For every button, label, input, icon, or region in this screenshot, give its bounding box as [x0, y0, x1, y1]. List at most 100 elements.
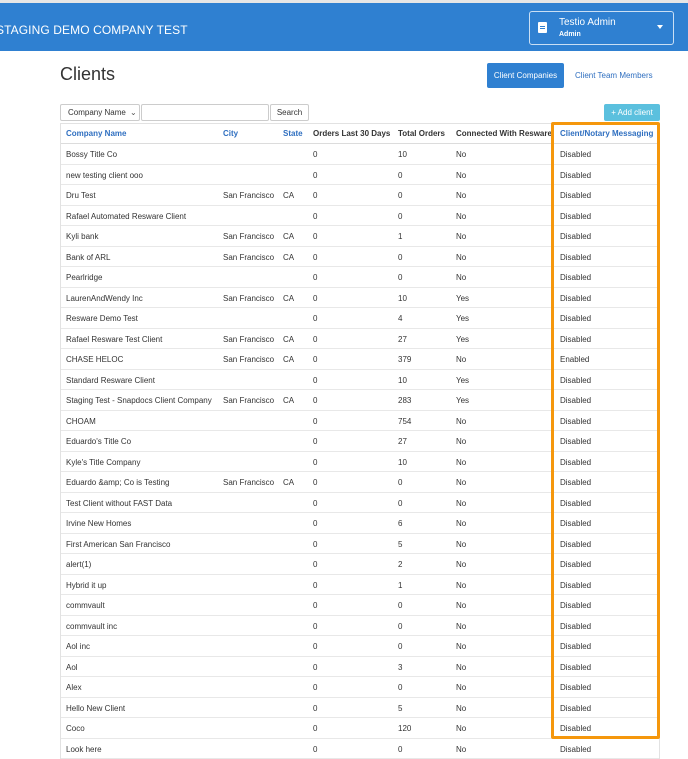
cell-company[interactable]: Eduardo &amp; Co is Testing	[66, 478, 169, 487]
table-row[interactable]: Bank of ARLSan FranciscoCA00NoDisabled	[61, 247, 659, 268]
app-title[interactable]: STAGING DEMO COMPANY TEST	[0, 23, 188, 37]
table-row[interactable]: Pearlridge00NoDisabled	[61, 267, 659, 288]
cell-company[interactable]: Rafael Automated Resware Client	[66, 212, 186, 221]
table-row[interactable]: LaurenAndWendy IncSan FranciscoCA010YesD…	[61, 288, 659, 309]
table-row[interactable]: Aol03NoDisabled	[61, 657, 659, 678]
search-input[interactable]	[141, 104, 269, 121]
cell-city: San Francisco	[223, 335, 274, 344]
search-button[interactable]: Search	[270, 104, 309, 121]
cell-company[interactable]: commvault inc	[66, 622, 117, 631]
cell-company[interactable]: Pearlridge	[66, 273, 102, 282]
table-row[interactable]: Kyle's Title Company010NoDisabled	[61, 452, 659, 473]
cell-orders30: 0	[313, 273, 317, 282]
cell-state: CA	[283, 253, 294, 262]
cell-resware: Yes	[456, 376, 469, 385]
cell-total: 754	[398, 417, 411, 426]
table-row[interactable]: Hybrid it up01NoDisabled	[61, 575, 659, 596]
table-row[interactable]: Alex00NoDisabled	[61, 677, 659, 698]
table-row[interactable]: CHOAM0754NoDisabled	[61, 411, 659, 432]
table-row[interactable]: alert(1)02NoDisabled	[61, 554, 659, 575]
cell-company[interactable]: Kyli bank	[66, 232, 98, 241]
search-field-select[interactable]: Company Name ⌄	[60, 104, 140, 121]
column-header-city[interactable]: City	[223, 129, 238, 138]
column-header-orders-30-days: Orders Last 30 Days	[313, 129, 390, 138]
cell-total: 2	[398, 560, 402, 569]
cell-total: 379	[398, 355, 411, 364]
cell-company[interactable]: Kyle's Title Company	[66, 458, 140, 467]
table-row[interactable]: commvault inc00NoDisabled	[61, 616, 659, 637]
cell-messaging: Disabled	[560, 417, 591, 426]
cell-company[interactable]: LaurenAndWendy Inc	[66, 294, 143, 303]
cell-company[interactable]: CHASE HELOC	[66, 355, 123, 364]
table-row[interactable]: Rafael Automated Resware Client00NoDisab…	[61, 206, 659, 227]
cell-total: 0	[398, 745, 402, 754]
user-menu-dropdown[interactable]: Testio Admin Admin	[529, 11, 674, 45]
cell-total: 5	[398, 540, 402, 549]
cell-total: 0	[398, 191, 402, 200]
table-row[interactable]: Bossy Title Co010NoDisabled	[61, 144, 659, 165]
table-row[interactable]: Aol inc00NoDisabled	[61, 636, 659, 657]
table-row[interactable]: CHASE HELOCSan FranciscoCA0379NoEnabled	[61, 349, 659, 370]
cell-company[interactable]: alert(1)	[66, 560, 91, 569]
cell-company[interactable]: Test Client without FAST Data	[66, 499, 172, 508]
cell-company[interactable]: CHOAM	[66, 417, 96, 426]
column-header-state[interactable]: State	[283, 129, 303, 138]
cell-messaging: Disabled	[560, 314, 591, 323]
cell-orders30: 0	[313, 150, 317, 159]
cell-resware: No	[456, 417, 466, 426]
cell-total: 5	[398, 704, 402, 713]
table-row[interactable]: Eduardo's Title Co027NoDisabled	[61, 431, 659, 452]
table-row[interactable]: Coco0120NoDisabled	[61, 718, 659, 739]
table-row[interactable]: Resware Demo Test04YesDisabled	[61, 308, 659, 329]
cell-company[interactable]: Eduardo's Title Co	[66, 437, 131, 446]
add-client-button[interactable]: + Add client	[604, 104, 660, 121]
cell-company[interactable]: new testing client ooo	[66, 171, 143, 180]
table-row[interactable]: Test Client without FAST Data00NoDisable…	[61, 493, 659, 514]
cell-company[interactable]: Irvine New Homes	[66, 519, 131, 528]
cell-orders30: 0	[313, 642, 317, 651]
cell-resware: No	[456, 601, 466, 610]
client-team-members-link[interactable]: Client Team Members	[575, 71, 653, 80]
client-companies-button[interactable]: Client Companies	[487, 63, 564, 88]
table-row[interactable]: Dru TestSan FranciscoCA00NoDisabled	[61, 185, 659, 206]
cell-company[interactable]: First American San Francisco	[66, 540, 170, 549]
cell-state: CA	[283, 355, 294, 364]
table-row[interactable]: Kyli bankSan FranciscoCA01NoDisabled	[61, 226, 659, 247]
table-row[interactable]: Rafael Resware Test ClientSan FranciscoC…	[61, 329, 659, 350]
cell-company[interactable]: Standard Resware Client	[66, 376, 155, 385]
cell-state: CA	[283, 396, 294, 405]
cell-company[interactable]: Hello New Client	[66, 704, 125, 713]
cell-company[interactable]: Look here	[66, 745, 102, 754]
cell-total: 3	[398, 663, 402, 672]
cell-company[interactable]: Alex	[66, 683, 82, 692]
table-row[interactable]: Irvine New Homes06NoDisabled	[61, 513, 659, 534]
cell-company[interactable]: Bank of ARL	[66, 253, 110, 262]
cell-resware: No	[456, 437, 466, 446]
table-row[interactable]: Hello New Client05NoDisabled	[61, 698, 659, 719]
table-row[interactable]: Standard Resware Client010YesDisabled	[61, 370, 659, 391]
cell-orders30: 0	[313, 232, 317, 241]
cell-orders30: 0	[313, 540, 317, 549]
table-row[interactable]: Staging Test - Snapdocs Client CompanySa…	[61, 390, 659, 411]
cell-company[interactable]: Hybrid it up	[66, 581, 106, 590]
cell-company[interactable]: Rafael Resware Test Client	[66, 335, 162, 344]
table-row[interactable]: Eduardo &amp; Co is TestingSan Francisco…	[61, 472, 659, 493]
cell-city: San Francisco	[223, 294, 274, 303]
cell-company[interactable]: Bossy Title Co	[66, 150, 117, 159]
column-header-messaging[interactable]: Client/Notary Messaging	[560, 129, 653, 138]
cell-company[interactable]: Staging Test - Snapdocs Client Company	[66, 396, 212, 405]
table-row[interactable]: First American San Francisco05NoDisabled	[61, 534, 659, 555]
cell-company[interactable]: Dru Test	[66, 191, 96, 200]
table-row[interactable]: commvault00NoDisabled	[61, 595, 659, 616]
cell-company[interactable]: Aol inc	[66, 642, 90, 651]
cell-company[interactable]: commvault	[66, 601, 105, 610]
cell-total: 4	[398, 314, 402, 323]
table-row[interactable]: new testing client ooo00NoDisabled	[61, 165, 659, 186]
cell-messaging: Disabled	[560, 335, 591, 344]
cell-company[interactable]: Aol	[66, 663, 78, 672]
column-header-company[interactable]: Company Name	[66, 129, 126, 138]
cell-company[interactable]: Coco	[66, 724, 85, 733]
cell-messaging: Disabled	[560, 253, 591, 262]
cell-company[interactable]: Resware Demo Test	[66, 314, 138, 323]
cell-messaging: Disabled	[560, 478, 591, 487]
